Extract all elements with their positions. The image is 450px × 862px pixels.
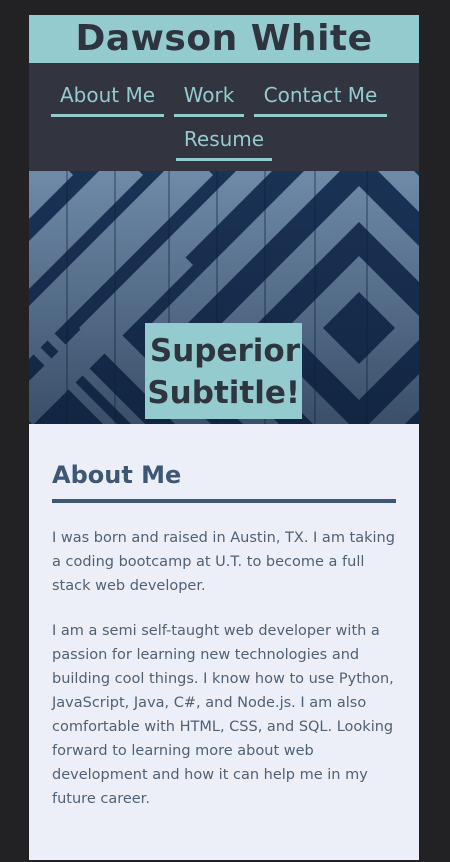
nav-link-resume[interactable]: Resume [176,126,272,161]
site-title: Dawson White [75,18,373,59]
about-heading: About Me [52,461,182,489]
main-nav: About Me Work Contact Me Resume [29,63,419,171]
about-section: About Me I was born and raised in Austin… [29,424,419,811]
site-header: Dawson White [29,15,419,63]
hero-banner: Superior Subtitle! [29,171,419,424]
nav-link-about-me[interactable]: About Me [51,82,164,117]
about-paragraph: I was born and raised in Austin, TX. I a… [52,530,395,594]
nav-link-contact-me[interactable]: Contact Me [254,82,387,117]
about-paragraph: I am a semi self-taught web developer wi… [52,623,394,807]
page-container: Dawson White About Me Work Contact Me Re… [29,15,419,860]
nav-link-work[interactable]: Work [174,82,244,117]
hero-subtitle: Superior Subtitle! [145,323,302,419]
heading-divider [52,499,396,503]
